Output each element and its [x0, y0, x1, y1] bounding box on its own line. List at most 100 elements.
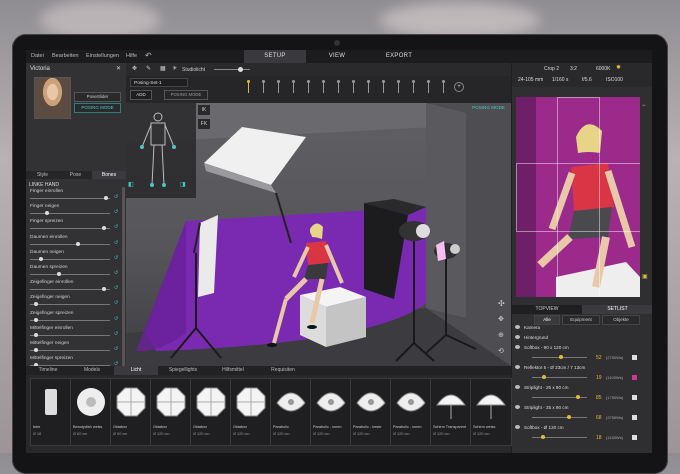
- slider-knob[interactable]: [33, 317, 38, 322]
- slider-knob[interactable]: [33, 302, 38, 307]
- tab-setlist[interactable]: SETLIST: [582, 305, 652, 314]
- menu-hilfe[interactable]: Hilfe: [126, 53, 137, 59]
- reset-icon[interactable]: ↺: [114, 346, 118, 352]
- scrollbar[interactable]: [122, 187, 125, 367]
- filter-objekte[interactable]: Objekte: [602, 315, 640, 325]
- bone-slider[interactable]: Zeigefinger einrollen ↺: [30, 280, 118, 292]
- bone-slider[interactable]: Finger spreizen ↺: [30, 219, 118, 231]
- visibility-icon[interactable]: [515, 385, 520, 389]
- bone-slider[interactable]: Daumen neigen ↺: [30, 250, 118, 261]
- close-icon[interactable]: ✕: [116, 65, 121, 72]
- visibility-icon[interactable]: [515, 325, 520, 329]
- sideview-icon[interactable]: ◨: [180, 181, 186, 188]
- slider-track[interactable]: [30, 334, 110, 336]
- iso-select[interactable]: ISO100: [606, 77, 623, 83]
- light-item[interactable]: Parabolic Ø 120 cm: [270, 378, 312, 446]
- orbit-icon[interactable]: ✣: [498, 299, 505, 308]
- slider-knob[interactable]: [33, 348, 38, 352]
- reset-view-icon[interactable]: ⟲: [498, 347, 504, 355]
- visibility-icon[interactable]: [515, 425, 520, 429]
- model-portrait[interactable]: [34, 77, 71, 119]
- slider-track[interactable]: [30, 228, 110, 230]
- studio-viewport[interactable]: ◧ ◨ IK FK POSING MODE ✣ ✥ ⊕ ⟲: [126, 103, 511, 366]
- slider-knob[interactable]: [45, 211, 50, 216]
- light-item[interactable]: Parabolic - innen Ø 120 cm: [310, 378, 352, 446]
- bone-slider[interactable]: Mittelfinger neigen ↺: [30, 341, 118, 352]
- light-item[interactable]: Parabolic - beste Ø 120 cm: [350, 378, 392, 446]
- tab-view[interactable]: VIEW: [306, 50, 368, 63]
- posing-mode-button[interactable]: POSING MODE: [74, 103, 121, 113]
- pose-set-select[interactable]: Posing-Set-1: [130, 78, 188, 87]
- undo-icon[interactable]: ↶: [145, 51, 152, 60]
- reset-icon[interactable]: ↺: [114, 194, 118, 200]
- pose-thumb[interactable]: [381, 80, 386, 94]
- pose-thumb[interactable]: [351, 80, 356, 94]
- tab-hilfsmittel[interactable]: Hilfsmittel: [208, 366, 258, 375]
- tab-models[interactable]: Models: [70, 366, 114, 375]
- reset-icon[interactable]: ↺: [114, 255, 118, 261]
- reset-icon[interactable]: ↺: [114, 316, 118, 322]
- slider-knob[interactable]: [102, 226, 107, 231]
- color-wheel-icon[interactable]: ✹: [616, 64, 621, 71]
- posing-mode-toggle[interactable]: POSING MODE: [164, 90, 208, 100]
- pose-slider-button[interactable]: PoseSlider: [74, 92, 121, 102]
- bone-slider[interactable]: Mittelfinger spreizen ↺: [30, 356, 118, 368]
- fk-button[interactable]: FK: [198, 119, 210, 129]
- pose-thumb[interactable]: [336, 80, 341, 94]
- tab-style[interactable]: Style: [26, 171, 59, 179]
- tab-spiegellights[interactable]: Spiegellights: [158, 366, 208, 375]
- studiolicht-slider-knob[interactable]: [238, 67, 243, 72]
- slider-track[interactable]: [30, 243, 110, 245]
- visibility-icon[interactable]: [515, 335, 520, 339]
- reset-icon[interactable]: ↺: [114, 270, 118, 276]
- slider-knob[interactable]: [33, 332, 38, 337]
- crop-select[interactable]: Crop 2: [544, 66, 559, 72]
- menu-bearbeiten[interactable]: Bearbeiten: [52, 53, 79, 59]
- lock-icon[interactable]: ▣: [642, 273, 648, 280]
- slider-track[interactable]: [30, 350, 110, 351]
- bone-slider[interactable]: Finger einrollen ↺: [30, 189, 118, 200]
- reset-icon[interactable]: ↺: [114, 331, 118, 337]
- reset-icon[interactable]: ↺: [114, 224, 118, 230]
- bone-slider[interactable]: Zeigefinger neigen ↺: [30, 295, 118, 307]
- pose-thumb[interactable]: [276, 80, 281, 94]
- tab-requisiten[interactable]: Requisiten: [258, 366, 308, 375]
- tab-setup[interactable]: SETUP: [244, 50, 306, 63]
- light-item[interactable]: Beautydish weiss Ø 60 cm: [70, 378, 112, 446]
- light-item[interactable]: Oktabox Ø 120 cm: [150, 378, 192, 446]
- menu-datei[interactable]: Datei: [31, 53, 44, 59]
- slider-knob[interactable]: [103, 196, 108, 200]
- pose-thumb[interactable]: [261, 80, 266, 94]
- power-slider[interactable]: [532, 377, 587, 378]
- bone-slider[interactable]: Daumen einrollen ↺: [30, 235, 118, 246]
- visibility-icon[interactable]: [515, 345, 520, 349]
- power-slider[interactable]: [532, 417, 587, 418]
- light-item[interactable]: Oktabox Ø 120 cm: [230, 378, 272, 446]
- light-color-swatch[interactable]: [632, 375, 637, 380]
- light-color-swatch[interactable]: [632, 435, 637, 440]
- slider-knob[interactable]: [39, 256, 44, 261]
- light-item[interactable]: Oktabox Ø 120 cm: [190, 378, 232, 446]
- pen-tool-icon[interactable]: ✎: [146, 65, 151, 72]
- light-item[interactable]: Oktabox Ø 90 cm: [110, 378, 152, 446]
- zoom-out-icon[interactable]: −: [642, 103, 646, 109]
- reset-icon[interactable]: ↺: [114, 209, 118, 215]
- pan-icon[interactable]: ✥: [498, 315, 504, 323]
- ik-button[interactable]: IK: [198, 105, 210, 115]
- slider-track[interactable]: [30, 319, 110, 321]
- slider-knob[interactable]: [56, 272, 61, 276]
- slider-track[interactable]: [30, 274, 110, 275]
- light-item[interactable]: Parabolic - innen Ø 120 cm: [390, 378, 432, 446]
- reset-icon[interactable]: ↺: [114, 285, 118, 291]
- light-item[interactable]: tube Ø 18: [30, 378, 72, 446]
- pose-thumb[interactable]: [426, 80, 431, 94]
- power-slider-knob[interactable]: [541, 435, 546, 439]
- kelvin-select[interactable]: 6000K: [596, 66, 610, 72]
- tab-timeline[interactable]: Timeline: [26, 366, 70, 375]
- pose-thumb[interactable]: [291, 80, 296, 94]
- visibility-icon[interactable]: [515, 365, 520, 369]
- power-slider-knob[interactable]: [567, 415, 572, 419]
- power-slider[interactable]: [532, 437, 587, 438]
- power-slider-knob[interactable]: [541, 375, 546, 379]
- slider-track[interactable]: [30, 198, 110, 199]
